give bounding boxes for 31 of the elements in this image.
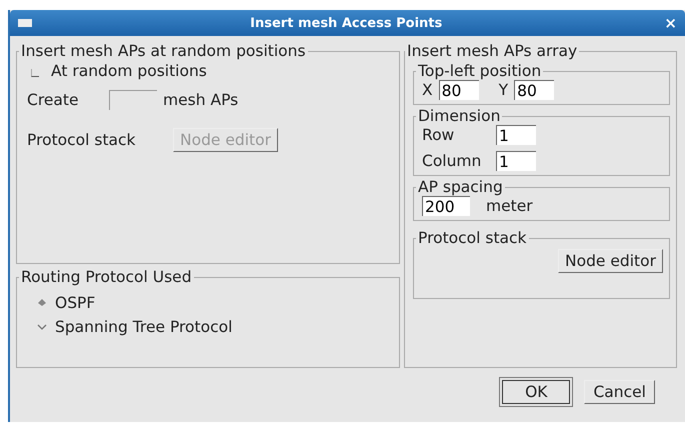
- group-title: Top-left position: [417, 62, 542, 80]
- row-label: Row: [422, 126, 456, 144]
- protocol-stack-label: Protocol stack: [27, 131, 137, 149]
- radio-label: Spanning Tree Protocol: [55, 318, 232, 336]
- column-field[interactable]: 1: [496, 151, 536, 171]
- group-title: Dimension: [417, 107, 502, 125]
- x-field[interactable]: 80: [438, 80, 479, 100]
- x-label: X: [422, 81, 433, 99]
- checkbox-label: At random positions: [51, 62, 207, 80]
- radio-unselected-icon[interactable]: [37, 322, 47, 332]
- unit-label: mesh APs: [163, 91, 238, 109]
- row-field[interactable]: 1: [496, 125, 536, 145]
- close-button[interactable]: ×: [660, 14, 681, 32]
- create-label: Create: [27, 91, 80, 109]
- column-label: Column: [422, 152, 482, 170]
- node-editor-button[interactable]: Node editor: [558, 249, 663, 273]
- y-field[interactable]: 80: [514, 80, 554, 100]
- group-title: Protocol stack: [417, 229, 528, 247]
- y-label: Y: [498, 81, 508, 99]
- unit-label: meter: [486, 197, 533, 215]
- ok-button[interactable]: OK: [502, 380, 570, 404]
- radio-selected-icon[interactable]: [37, 298, 47, 308]
- checkbox[interactable]: [31, 69, 39, 77]
- window-title: Insert mesh Access Points: [249, 16, 444, 30]
- radio-label: OSPF: [55, 294, 96, 312]
- group-title: Insert mesh APs array: [406, 42, 578, 60]
- group-title: Routing Protocol Used: [20, 268, 193, 286]
- group-title: AP spacing: [417, 178, 504, 196]
- cancel-button[interactable]: Cancel: [584, 380, 655, 404]
- group-title: Insert mesh APs at random positions: [20, 42, 307, 60]
- spacing-field[interactable]: 200: [422, 196, 470, 216]
